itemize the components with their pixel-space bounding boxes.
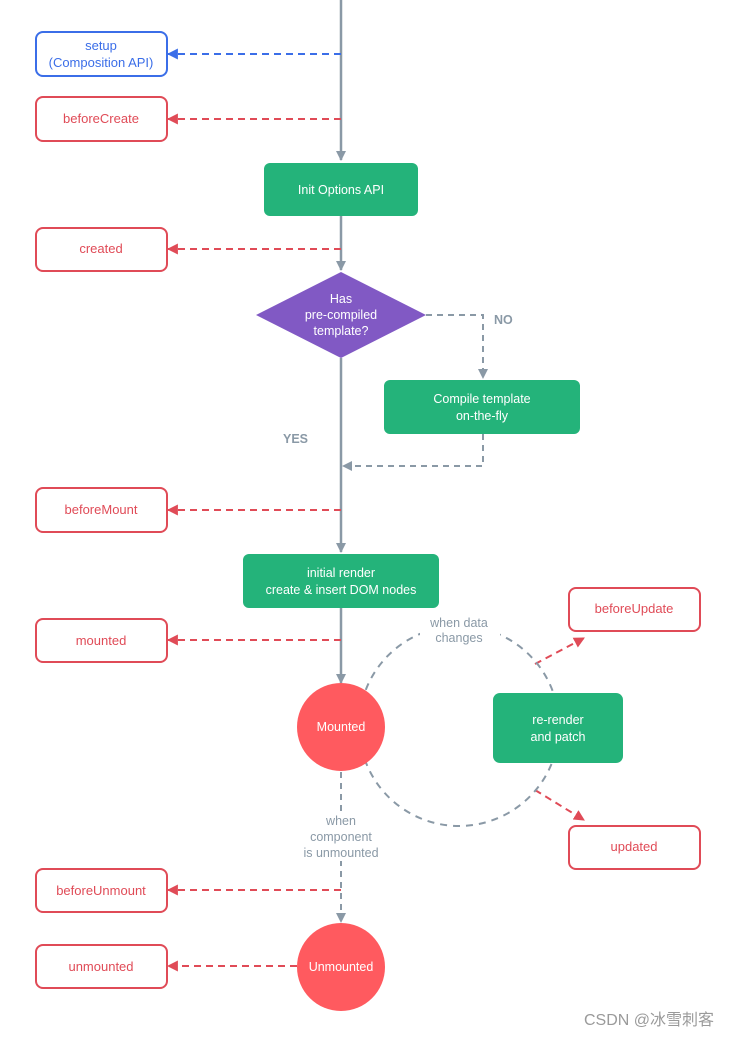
initial-render-line1: initial render	[307, 566, 375, 580]
rerender-line2: and patch	[531, 730, 586, 744]
decision-precompiled: Has pre-compiled template?	[256, 272, 426, 358]
hook-setup: setup (Composition API)	[35, 31, 168, 77]
hook-unmounted: unmounted	[35, 944, 168, 989]
hook-unmounted-label: unmounted	[68, 959, 133, 974]
hook-updated: updated	[568, 825, 701, 870]
hook-beforeunmount-label: beforeUnmount	[56, 883, 146, 898]
decision-line2: pre-compiled	[305, 308, 377, 322]
yes-label: YES	[283, 432, 308, 446]
beforeupdate-arrow	[534, 637, 585, 665]
hook-beforemount-label: beforeMount	[65, 502, 138, 517]
compile-line2: on-the-fly	[456, 409, 509, 423]
initial-render-line2: create & insert DOM nodes	[266, 583, 417, 597]
node-initial-render: initial render create & insert DOM nodes	[243, 554, 439, 608]
when-unmounted-line3: is unmounted	[303, 846, 378, 860]
lifecycle-diagram: setup (Composition API) beforeCreate cre…	[35, 0, 714, 1029]
hook-setup-line2: (Composition API)	[49, 55, 154, 70]
when-unmounted-line2: component	[310, 830, 372, 844]
hook-beforeupdate: beforeUpdate	[568, 587, 701, 632]
when-data-changes-line1: when data	[429, 616, 488, 630]
hook-setup-line1: setup	[85, 38, 117, 53]
no-label: NO	[494, 313, 513, 327]
hook-mounted-label: mounted	[76, 633, 127, 648]
hook-beforecreate-label: beforeCreate	[63, 111, 139, 126]
watermark: CSDN @冰雪刺客	[584, 1011, 714, 1029]
state-mounted-label: Mounted	[317, 720, 366, 734]
state-unmounted-label: Unmounted	[309, 960, 374, 974]
when-data-changes-line2: changes	[435, 631, 482, 645]
node-compile-template: Compile template on-the-fly	[384, 380, 580, 434]
hook-created: created	[35, 227, 168, 272]
when-unmounted-line1: when	[325, 814, 356, 828]
hook-created-label: created	[79, 241, 122, 256]
hook-beforeupdate-label: beforeUpdate	[595, 601, 674, 616]
node-init-options: Init Options API	[264, 163, 418, 216]
compile-return-line	[342, 434, 484, 471]
node-init-options-label: Init Options API	[298, 183, 384, 197]
rerender-line1: re-render	[532, 713, 583, 727]
state-unmounted: Unmounted	[297, 923, 385, 1011]
updated-arrow	[534, 789, 585, 821]
hook-beforecreate: beforeCreate	[35, 96, 168, 142]
hook-beforemount: beforeMount	[35, 487, 168, 533]
decision-line1: Has	[330, 292, 352, 306]
hook-mounted: mounted	[35, 618, 168, 663]
state-mounted: Mounted	[297, 683, 385, 771]
decision-line3: template?	[314, 324, 369, 338]
node-rerender: re-render and patch	[493, 693, 623, 763]
hook-beforeunmount: beforeUnmount	[35, 868, 168, 913]
hook-updated-label: updated	[611, 839, 658, 854]
no-branch-line	[426, 314, 488, 379]
compile-line1: Compile template	[433, 392, 530, 406]
